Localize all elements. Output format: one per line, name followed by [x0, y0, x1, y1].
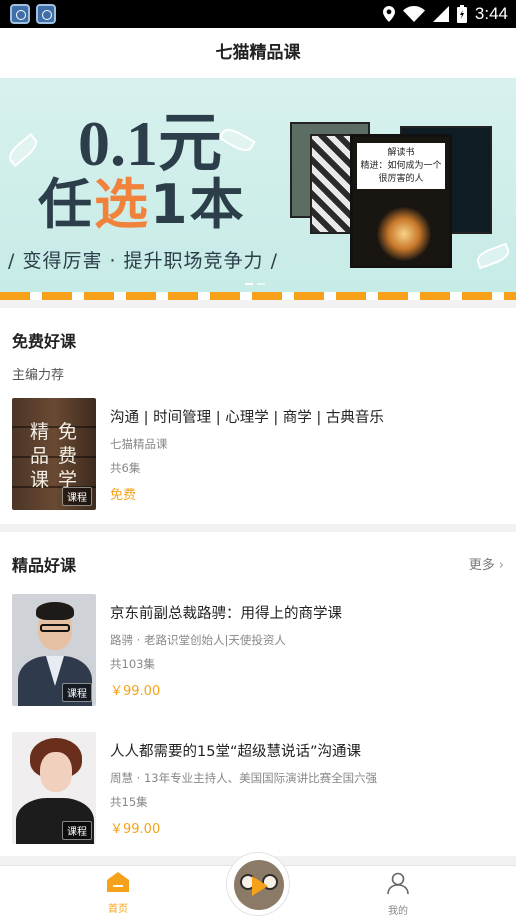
course-item[interactable]: 精 品 课 免 费 学 课程 沟通 | 时间管理 | 心理学 | 商学 | 古典…	[12, 398, 504, 510]
course-price: 免费	[110, 488, 137, 503]
tab-home[interactable]: 首页	[88, 872, 148, 915]
home-icon	[107, 872, 129, 892]
course-thumbnail: 课程	[12, 732, 96, 844]
course-author: 七猫精品课	[110, 437, 168, 451]
banner-headline-prefix: 任	[38, 173, 94, 236]
user-icon	[387, 872, 409, 895]
signal-icon	[432, 6, 449, 22]
wifi-icon	[402, 6, 425, 22]
course-episodes: 共6集	[110, 461, 141, 475]
banner-tagline: / 变得厉害 · 提升职场竞争力 /	[8, 250, 279, 272]
section-title: 免费好课	[12, 332, 77, 351]
cover-char: 课	[30, 469, 50, 491]
leaf-decoration	[4, 132, 42, 168]
course-price: ￥99.00	[110, 684, 161, 699]
course-type-badge: 课程	[62, 487, 92, 506]
course-author: 周慧 · 13年专业主持人、美国国际演讲比赛全国六强	[110, 771, 378, 785]
audio-player-button[interactable]	[226, 852, 290, 916]
featured-book-label: 解读书	[387, 148, 415, 158]
location-icon	[382, 6, 395, 22]
banner-headline-suffix: 1本	[150, 173, 246, 236]
more-link[interactable]: 更多 ›	[469, 554, 504, 573]
cover-char: 免	[58, 421, 78, 443]
carousel-dot	[257, 283, 265, 285]
leaf-decoration	[474, 242, 512, 270]
banner-headline-accent: 选	[94, 173, 150, 236]
course-author: 路骋 · 老路识堂创始人|天使投资人	[110, 633, 286, 647]
promo-banner[interactable]: 0.1元 任选1本 / 变得厉害 · 提升职场竞争力 / 解读书 精进：如何成为一…	[0, 78, 516, 300]
clock-time: 3:44	[474, 4, 508, 23]
course-title: 人人都需要的15堂“超级慧说话”沟通课	[110, 744, 361, 760]
battery-icon	[456, 5, 467, 23]
leaf-decoration	[218, 124, 256, 156]
tab-label: 首页	[108, 904, 128, 915]
banner-headline: 任选1本	[38, 160, 246, 239]
lightbulb-icon	[377, 207, 431, 261]
carousel-dot	[245, 283, 253, 285]
app-screen: 3:44 七猫精品课 0.1元 任选1本 / 变得厉害 · 提升职场竞争力 / …	[0, 0, 516, 917]
section-title: 精品好课	[12, 556, 77, 575]
course-type-badge: 课程	[62, 683, 92, 702]
section-subtitle: 主编力荐	[12, 368, 65, 383]
course-title: 沟通 | 时间管理 | 心理学 | 商学 | 古典音乐	[110, 410, 384, 426]
app-notification-icon	[36, 4, 56, 24]
status-bar: 3:44	[0, 0, 516, 28]
course-item[interactable]: 课程 人人都需要的15堂“超级慧说话”沟通课 周慧 · 13年专业主持人、美国国…	[12, 732, 504, 844]
course-type-badge: 课程	[62, 821, 92, 840]
course-thumbnail: 精 品 课 免 费 学 课程	[12, 398, 96, 510]
premium-courses-section: 精品好课 更多 › 课程 京东前副总裁路骋：用得上的商学课 路骋 · 老路识堂创始…	[0, 532, 516, 856]
featured-book-cover: 解读书精进：如何成为一个很厉害的人	[350, 134, 452, 268]
cover-char: 精	[30, 421, 50, 443]
chevron-right-icon: ›	[498, 558, 504, 573]
play-icon	[252, 876, 268, 896]
course-thumbnail: 课程	[12, 594, 96, 706]
cover-char: 品	[30, 445, 50, 467]
course-episodes: 共15集	[110, 795, 148, 809]
course-item[interactable]: 课程 京东前副总裁路骋：用得上的商学课 路骋 · 老路识堂创始人|天使投资人 共…	[12, 594, 504, 706]
owl-avatar-icon	[234, 860, 284, 910]
course-price: ￥99.00	[110, 822, 161, 837]
glasses-icon	[40, 624, 70, 632]
course-title: 京东前副总裁路骋：用得上的商学课	[110, 606, 342, 622]
course-episodes: 共103集	[110, 657, 155, 671]
featured-book-title: 精进：如何成为一个很厉害的人	[360, 161, 442, 184]
carousel-indicator	[245, 283, 265, 285]
cover-char: 费	[58, 445, 78, 467]
banner-stripe	[0, 292, 516, 300]
tab-label: 我的	[388, 906, 408, 917]
app-notification-icon	[10, 4, 30, 24]
page-title: 七猫精品课	[0, 28, 516, 78]
tab-me[interactable]: 我的	[368, 872, 428, 917]
more-label: 更多	[468, 558, 495, 573]
free-courses-section: 免费好课 主编力荐 精 品 课 免 费 学 课程 沟通 | 时间管理 | 心理学	[0, 308, 516, 524]
